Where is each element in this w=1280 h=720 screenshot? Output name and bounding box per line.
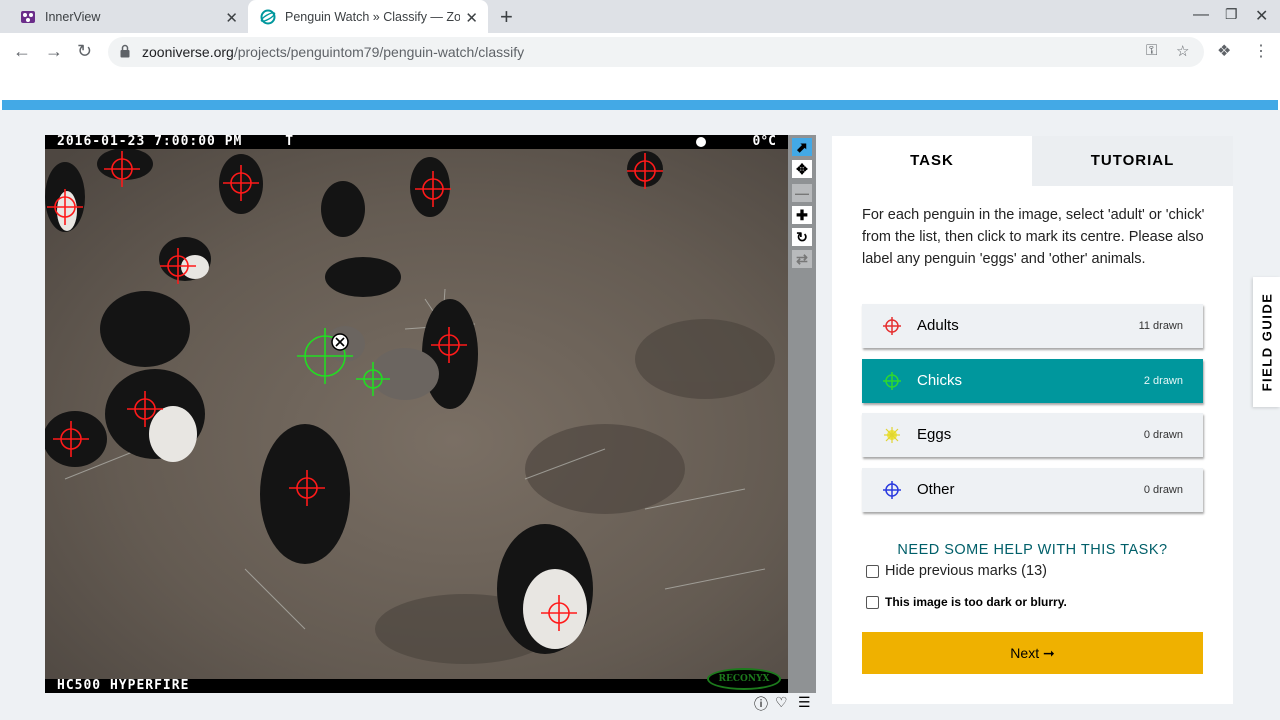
timestamp-overlay: 2016-01-23 7:00:00 PM T (57, 135, 294, 149)
viewer-toolbar: ⬈ ✥ — ✚ ↻ ⇄ (788, 135, 816, 693)
option-label: Eggs (917, 426, 952, 443)
lock-icon (120, 44, 130, 58)
option-other[interactable]: Other 0 drawn (862, 468, 1203, 512)
tab-penguin-watch[interactable]: Penguin Watch » Classify — Zoon ✕ (248, 0, 488, 33)
option-count: 0 drawn (1143, 429, 1183, 441)
checkbox-label: This image is too dark or blurry. (885, 595, 1067, 609)
info-icon[interactable]: ⓘ (754, 694, 768, 714)
key-icon[interactable]: ⚿ (1146, 42, 1157, 59)
browser-tab-bar: InnerView ✕ Penguin Watch » Classify — Z… (0, 0, 1280, 33)
option-adults[interactable]: Adults 11 drawn (862, 304, 1203, 348)
window-close-icon[interactable]: ✕ (1255, 6, 1268, 26)
zooniverse-favicon-icon (260, 9, 276, 25)
camera-model: HC500 HYPERFIRE (57, 678, 190, 693)
forward-icon[interactable]: → (45, 41, 63, 62)
tab-innerview[interactable]: InnerView ✕ (8, 0, 248, 33)
checkbox-label: Hide previous marks (13) (885, 563, 1047, 579)
favorite-heart-icon[interactable]: ♡ (775, 694, 788, 711)
project-header-strip (2, 100, 1278, 110)
temperature: 0°C (752, 135, 776, 149)
url-host: zooniverse.org (142, 44, 234, 60)
field-guide-tab[interactable]: FIELD GUIDE (1253, 277, 1280, 407)
checkbox-box[interactable] (866, 564, 879, 578)
back-icon[interactable]: ← (13, 41, 31, 62)
innerview-favicon-icon (20, 9, 36, 25)
zoom-out-icon[interactable]: — (792, 184, 812, 202)
minimize-icon[interactable]: — (1193, 6, 1209, 24)
option-count: 2 drawn (1143, 375, 1183, 387)
menu-icon[interactable]: ⋮ (1253, 41, 1269, 61)
url-text: zooniverse.org/projects/penguintom79/pen… (142, 44, 524, 60)
collections-list-icon[interactable]: ☰ (798, 694, 811, 711)
tab-close-icon[interactable]: ✕ (225, 9, 238, 27)
tab-close-icon[interactable]: ✕ (465, 9, 478, 27)
task-instructions: For each penguin in the image, select 'a… (862, 207, 1205, 267)
moon-icon (696, 137, 706, 147)
chick-crosshair-icon (883, 372, 901, 390)
option-label: Other (917, 481, 955, 498)
help-link[interactable]: NEED SOME HELP WITH THIS TASK? (832, 542, 1233, 558)
extensions-icon[interactable]: ❖ (1217, 41, 1231, 61)
too-dark-checkbox[interactable]: This image is too dark or blurry. (866, 593, 1226, 611)
url-field[interactable]: zooniverse.org/projects/penguintom79/pen… (108, 37, 1204, 67)
tab-title: InnerView (45, 9, 101, 24)
checkbox-box[interactable] (866, 595, 879, 609)
option-eggs[interactable]: Eggs 0 drawn (862, 413, 1203, 457)
reset-view-icon[interactable]: ⇄ (792, 250, 812, 268)
tab-title: Penguin Watch » Classify — Zoon (285, 9, 460, 24)
option-count: 0 drawn (1143, 484, 1183, 496)
hide-marks-checkbox[interactable]: Hide previous marks (13) (866, 562, 1226, 580)
bookmark-star-icon[interactable]: ☆ (1176, 42, 1189, 60)
subject-viewer[interactable]: 2016-01-23 7:00:00 PM T 0°C HC500 HYPERF… (45, 135, 788, 693)
flag: T (285, 135, 295, 149)
timestamp: 2016-01-23 7:00:00 PM (57, 135, 243, 149)
next-button[interactable]: Next ➞ (862, 632, 1203, 674)
option-label: Adults (917, 317, 959, 334)
egg-star-icon (884, 427, 900, 443)
restore-icon[interactable]: ❐ (1225, 6, 1238, 23)
option-label: Chicks (917, 372, 963, 389)
url-path: /projects/penguintom79/penguin-watch/cla… (233, 44, 525, 60)
zoom-in-icon[interactable]: ✚ (792, 206, 812, 224)
option-count: 11 drawn (1138, 320, 1183, 332)
reload-icon[interactable]: ↻ (77, 41, 92, 62)
pan-tool-icon[interactable]: ✥ (792, 160, 812, 178)
tab-tutorial[interactable]: TUTORIAL (1032, 136, 1233, 186)
reconyx-logo: RECONYX (707, 668, 781, 690)
delete-mark-icon[interactable] (331, 333, 349, 351)
option-chicks[interactable]: Chicks 2 drawn (862, 359, 1203, 403)
tab-task[interactable]: TASK (832, 136, 1032, 186)
new-tab-icon[interactable]: + (500, 4, 513, 30)
panel-tabs: TASK TUTORIAL (832, 136, 1233, 186)
penguin-photo[interactable] (45, 149, 788, 679)
address-bar: ← → ↻ zooniverse.org/projects/penguintom… (0, 33, 1280, 71)
pointer-tool-icon[interactable]: ⬈ (792, 138, 812, 156)
other-crosshair-icon (883, 481, 901, 499)
adult-crosshair-icon (883, 317, 901, 335)
task-panel: TASK TUTORIAL For each penguin in the im… (832, 136, 1233, 704)
field-guide-label: FIELD GUIDE (1259, 292, 1274, 392)
rotate-icon[interactable]: ↻ (792, 228, 812, 246)
